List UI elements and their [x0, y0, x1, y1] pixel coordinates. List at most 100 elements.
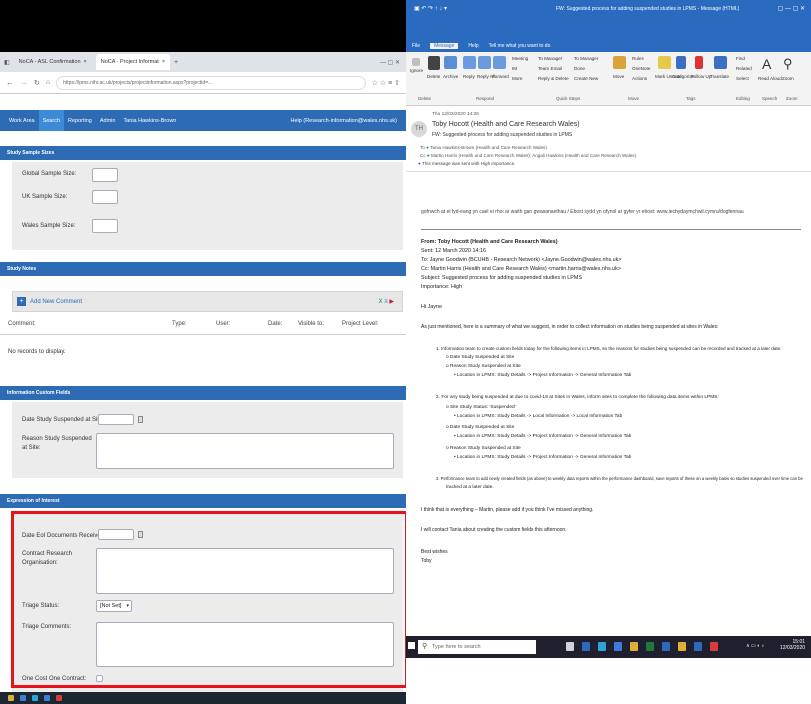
close-icon[interactable]: ×	[162, 59, 165, 65]
nav-admin[interactable]: Admin	[96, 110, 120, 131]
url-field[interactable]: https://lpms.nihr.ac.uk/projects/project…	[56, 75, 366, 90]
read-aloud-button[interactable]: Read Aloud	[758, 76, 782, 81]
tab-help[interactable]: Help	[468, 43, 478, 49]
global-sample-input[interactable]	[92, 168, 118, 182]
app-icon[interactable]	[678, 642, 686, 651]
app-icon[interactable]	[56, 695, 62, 701]
window-controls-icon[interactable]: ▢ — ▢ ✕	[778, 5, 805, 12]
to-recipient[interactable]: Tania Hawkins-Brown (Health and Care Res…	[430, 145, 547, 150]
archive-button[interactable]: Archive	[443, 74, 458, 79]
browser-back-icon[interactable]: ◧	[4, 59, 10, 66]
quickstep-reply-delete[interactable]: Reply & Delete	[538, 76, 569, 81]
uk-sample-input[interactable]	[92, 190, 118, 204]
eoi-date-input[interactable]	[98, 529, 134, 540]
back-icon[interactable]: ←	[6, 78, 14, 87]
browser-tab-1[interactable]: NoCA - ASL Confirmation ×	[14, 54, 92, 70]
app-icon[interactable]	[598, 642, 606, 651]
nav-user-menu[interactable]: Tania Hawkins-Brown	[119, 110, 180, 131]
meeting-button[interactable]: Meeting	[512, 56, 528, 61]
cro-textarea[interactable]	[96, 548, 394, 594]
calendar-icon[interactable]	[138, 416, 143, 423]
cc-recipients[interactable]: Martin Harris (Health and Care Research …	[431, 153, 636, 158]
read-aloud-icon[interactable]: A	[762, 56, 771, 72]
add-icon[interactable]: +	[17, 297, 26, 306]
onenote-button[interactable]: OneNote	[632, 66, 650, 71]
app-icon[interactable]	[20, 695, 26, 701]
calendar-icon[interactable]	[138, 531, 143, 538]
forward-icon[interactable]: →	[20, 78, 28, 87]
task-view-icon[interactable]	[566, 642, 574, 651]
nav-reporting[interactable]: Reporting	[64, 110, 96, 131]
quickstep-to-manager-2[interactable]: To Manager	[574, 56, 598, 61]
column-header[interactable]: User:	[216, 321, 230, 327]
column-header[interactable]: Type:	[172, 321, 187, 327]
column-header[interactable]: Comment:	[8, 321, 36, 327]
follow-up-button[interactable]: Follow Up	[691, 74, 711, 79]
select-button[interactable]: Select	[736, 76, 749, 81]
quickstep-done[interactable]: Done	[574, 66, 585, 71]
app-icon[interactable]	[646, 642, 654, 651]
reply-icon[interactable]	[463, 56, 476, 69]
delete-button[interactable]: Delete	[427, 74, 440, 79]
rules-button[interactable]: Rules	[632, 56, 644, 61]
tab-message[interactable]: Message	[430, 43, 459, 49]
actions-button[interactable]: Actions	[632, 76, 647, 81]
app-icon[interactable]	[44, 695, 50, 701]
zoom-icon[interactable]: ⚲	[783, 56, 793, 72]
reply-all-icon[interactable]	[478, 56, 491, 69]
translate-icon[interactable]	[714, 56, 727, 69]
browser-tab-2[interactable]: NoCA - Project Informat ×	[95, 54, 171, 70]
ocoe-checkbox[interactable]	[96, 675, 103, 682]
wales-sample-input[interactable]	[92, 219, 118, 233]
tab-file[interactable]: File	[412, 43, 420, 49]
quickstep-to-manager[interactable]: To Manager	[538, 56, 562, 61]
file-explorer-icon[interactable]	[630, 642, 638, 651]
home-icon[interactable]: ⌂	[46, 79, 50, 86]
new-tab-button[interactable]: +	[174, 59, 178, 66]
date-suspended-input[interactable]	[98, 414, 134, 425]
nav-help-link[interactable]: Help (Research-information@wales.nhs.uk)	[287, 110, 401, 131]
window-controls-icon[interactable]: — ▢ ✕	[380, 59, 400, 66]
outlook-icon[interactable]	[662, 642, 670, 651]
forward-icon[interactable]	[493, 56, 506, 69]
sender-name[interactable]: Toby Hocott (Health and Care Research Wa…	[432, 121, 580, 128]
column-header[interactable]: Visible to:	[298, 321, 324, 327]
app-icon[interactable]	[614, 642, 622, 651]
move-icon[interactable]	[613, 56, 626, 69]
find-button[interactable]: Find	[736, 56, 745, 61]
reply-button[interactable]: Reply	[463, 74, 475, 79]
reason-suspended-textarea[interactable]	[96, 433, 394, 469]
quick-access-icons[interactable]: ▣ ↶ ↷ ↑ ↓ ▾	[414, 5, 447, 12]
ignore-icon[interactable]	[412, 58, 420, 66]
more-button[interactable]: More	[512, 76, 522, 81]
nav-search[interactable]: Search	[38, 110, 65, 131]
quickstep-team-email[interactable]: Team Email	[538, 66, 562, 71]
quickstep-create-new[interactable]: Create New	[574, 76, 598, 81]
edge-icon[interactable]	[694, 642, 702, 651]
refresh-icon[interactable]: ↻	[34, 79, 40, 87]
triage-comments-textarea[interactable]	[96, 622, 394, 667]
translate-button[interactable]: Translate	[710, 74, 729, 79]
mark-unread-icon[interactable]	[658, 56, 671, 69]
windows-start-icon[interactable]	[408, 642, 415, 649]
move-button[interactable]: Move	[613, 74, 624, 79]
categorize-icon[interactable]	[676, 56, 686, 69]
close-icon[interactable]: ×	[84, 59, 87, 65]
favorites-icon[interactable]: ☆ ☆ ≡ ⇧	[372, 79, 400, 87]
app-icon[interactable]	[710, 642, 718, 651]
zoom-button[interactable]: Zoom	[782, 76, 794, 81]
follow-up-icon[interactable]	[695, 56, 703, 69]
related-button[interactable]: Related	[736, 66, 752, 71]
taskbar-search[interactable]: ⚲ Type here to search	[418, 640, 536, 654]
add-comment-button[interactable]: Add New Comment	[30, 299, 82, 305]
nav-work-area[interactable]: Work Area	[5, 110, 39, 131]
delete-icon[interactable]	[428, 56, 440, 70]
system-tray-icons[interactable]: ∧ ▭ ◐ ♪	[746, 643, 764, 649]
ignore-button[interactable]: Ignore	[410, 68, 423, 73]
im-button[interactable]: IM	[512, 66, 517, 71]
triage-status-select[interactable]: [Not Set] ▾	[96, 600, 132, 612]
column-header[interactable]: Project Level:	[342, 321, 378, 327]
archive-icon[interactable]	[444, 56, 457, 69]
column-header[interactable]: Date:	[268, 321, 282, 327]
app-icon[interactable]	[582, 642, 590, 651]
